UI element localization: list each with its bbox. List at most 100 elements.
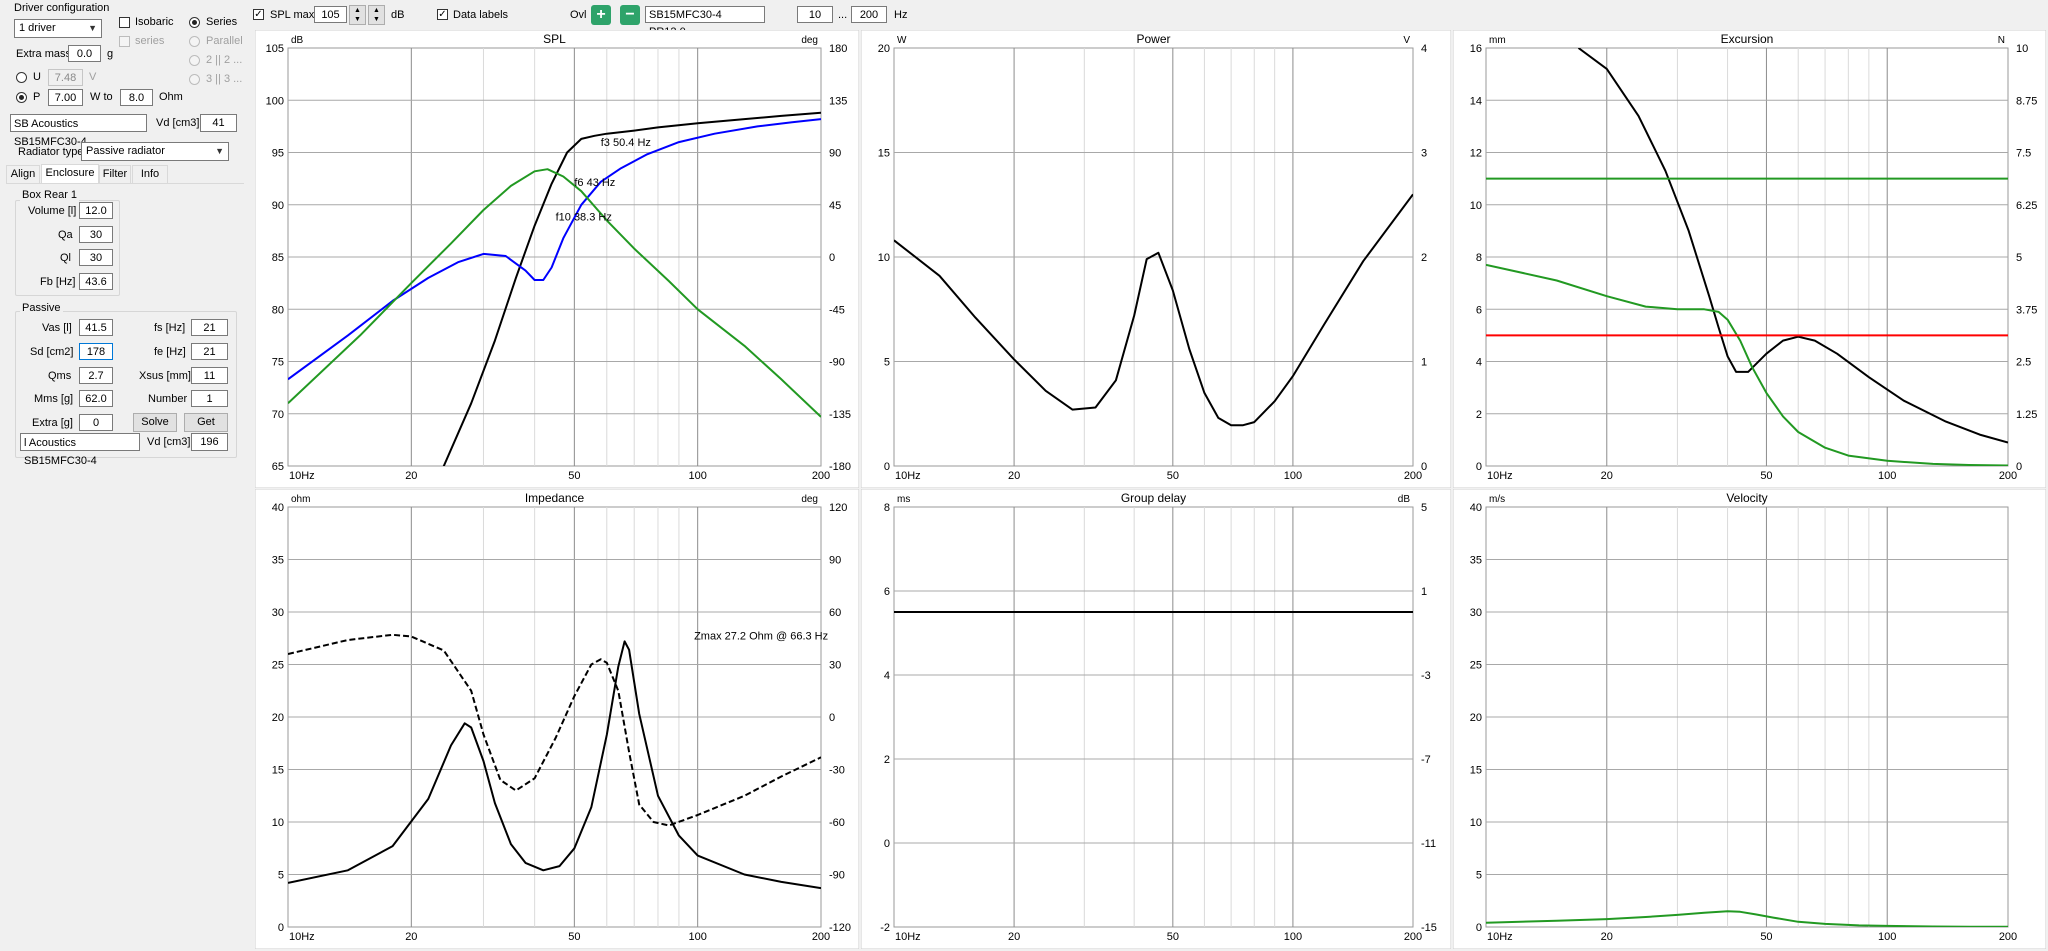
y2-tick-label: -135	[829, 409, 851, 421]
y2-tick-label: 10	[2016, 43, 2028, 55]
x-tick-label: 20	[1008, 931, 1020, 943]
y2-tick-label: -90	[829, 870, 845, 882]
spl-range-spinner-button[interactable]: ▲ ▼	[368, 5, 385, 25]
x-tick-label: 10Hz	[289, 931, 315, 943]
series-radio[interactable]	[189, 17, 200, 28]
volume-label: Volume [l]	[28, 205, 77, 217]
y2-tick-label: 7.5	[2016, 148, 2031, 160]
x-tick-label: 100	[1284, 931, 1302, 943]
passive-vd-label: Vd [cm3]	[147, 436, 191, 448]
add-overlay-icon[interactable]: +	[591, 5, 611, 25]
y-tick-label: 2	[1476, 409, 1482, 421]
vd-input[interactable]: 41	[200, 114, 237, 132]
spl-max-checkbox[interactable]: ✓	[253, 9, 264, 20]
parallel-radio[interactable]	[189, 36, 200, 47]
tab-align[interactable]: Align	[6, 165, 40, 183]
y2-tick-label: 1	[1421, 357, 1427, 369]
sd-input[interactable]: 178	[79, 343, 113, 360]
passive-title: Passive	[20, 302, 63, 314]
x-tick-label: 20	[1601, 470, 1613, 482]
x-tick-label: 50	[1760, 470, 1772, 482]
y2-tick-label: 30	[829, 660, 841, 672]
extra-mass-unit: g	[107, 48, 114, 60]
solve-button[interactable]: Solve	[133, 413, 177, 432]
freq-max-input[interactable]: 200	[851, 6, 887, 23]
y2-tick-label: 6.25	[2016, 200, 2037, 212]
tab-info[interactable]: Info	[132, 165, 168, 183]
chevron-down-icon: ▼	[88, 23, 97, 33]
chart-title: Group delay	[1121, 491, 1186, 505]
p-input[interactable]: 7.00	[48, 89, 83, 106]
p-radio[interactable]	[16, 92, 27, 103]
extra-mass-input[interactable]: 0.0	[68, 45, 101, 62]
x-tick-label: 50	[1760, 931, 1772, 943]
mms-label: Mms [g]	[34, 393, 74, 405]
y2-tick-label: 5	[2016, 252, 2022, 264]
x-tick-label: 200	[812, 470, 830, 482]
mms-input[interactable]: 62.0	[79, 390, 113, 407]
get-button[interactable]: Get	[184, 413, 228, 432]
left-axis-unit: mm	[1489, 35, 1506, 46]
radiator-type-select[interactable]: Passive radiator ▼	[81, 142, 229, 161]
fs-input[interactable]: 21	[191, 319, 228, 336]
driver-name-field[interactable]: SB Acoustics SB15MFC30-4	[10, 114, 147, 148]
right-axis-unit: dB	[1398, 494, 1411, 505]
config-3-radio[interactable]	[189, 74, 200, 85]
spl-chart: SPL dB deg 105 100 95 90 85 80 75 70 65 180 135 90 45 0 -…	[255, 30, 859, 488]
passive-vd-input[interactable]: 196	[191, 433, 228, 451]
xsus-input[interactable]: 11	[191, 367, 228, 384]
x-tick-label: 200	[1404, 470, 1422, 482]
number-input[interactable]: 1	[191, 390, 228, 407]
left-axis-unit: ohm	[291, 494, 310, 505]
volume-input[interactable]: 12.0	[79, 202, 113, 219]
fb-input[interactable]: 43.6	[79, 273, 113, 290]
tab-filter[interactable]: Filter	[99, 165, 131, 183]
remove-overlay-icon[interactable]: −	[620, 5, 640, 25]
y-tick-label: 40	[272, 502, 284, 514]
y-tick-label: 10	[272, 817, 284, 829]
vas-label: Vas [l]	[42, 322, 72, 334]
ohm-input[interactable]: 8.0	[120, 89, 153, 106]
right-axis-unit: deg	[801, 35, 818, 46]
config-2-radio[interactable]	[189, 55, 200, 66]
spl-max-spinner-button[interactable]: ▲ ▼	[349, 5, 366, 25]
passive-name-field[interactable]: l Acoustics SB15MFC30-4	[20, 433, 140, 467]
qms-input[interactable]: 2.7	[79, 367, 113, 384]
x-tick-label: 50	[1167, 931, 1179, 943]
y-tick-label: 20	[878, 43, 890, 55]
series-sub-checkbox[interactable]	[119, 36, 130, 47]
y-tick-label: 8	[1476, 252, 1482, 264]
y-tick-label: 5	[884, 357, 890, 369]
y2-tick-label: 2.5	[2016, 357, 2031, 369]
y-tick-label: 105	[266, 43, 284, 55]
y-tick-label: 15	[1470, 765, 1482, 777]
y-tick-label: 85	[272, 252, 284, 264]
freq-unit: Hz	[894, 9, 908, 21]
u-unit: V	[89, 71, 97, 83]
y-tick-label: 15	[878, 148, 890, 160]
y-tick-label: 16	[1470, 43, 1482, 55]
y2-tick-label: 180	[829, 43, 847, 55]
right-axis-unit: V	[1403, 35, 1410, 46]
y-tick-label: 100	[266, 95, 284, 107]
freq-min-input[interactable]: 10	[797, 6, 833, 23]
fe-input[interactable]: 21	[191, 343, 228, 360]
vas-input[interactable]: 41.5	[79, 319, 113, 336]
driver-count-select[interactable]: 1 driver ▼	[14, 19, 102, 38]
x-tick-label: 10Hz	[1487, 470, 1513, 482]
data-label-annotation: Zmax 27.2 Ohm @ 66.3 Hz	[694, 630, 828, 642]
qa-input[interactable]: 30	[79, 226, 113, 243]
u-radio[interactable]	[16, 72, 27, 83]
spl-max-input[interactable]: 105	[314, 6, 347, 23]
y-tick-label: 15	[272, 765, 284, 777]
sd-label: Sd [cm2]	[30, 346, 74, 358]
extra-input[interactable]: 0	[79, 414, 113, 431]
overlay-name-field[interactable]: SB15MFC30-4 PR12.0	[645, 6, 765, 38]
isobaric-checkbox[interactable]	[119, 17, 130, 28]
tab-enclosure[interactable]: Enclosure	[41, 164, 99, 184]
u-input[interactable]: 7.48	[48, 69, 83, 86]
chart-title: SPL	[543, 32, 566, 46]
data-labels-checkbox[interactable]: ✓	[437, 9, 448, 20]
ql-input[interactable]: 30	[79, 249, 113, 266]
y2-tick-label: 1.25	[2016, 409, 2037, 421]
